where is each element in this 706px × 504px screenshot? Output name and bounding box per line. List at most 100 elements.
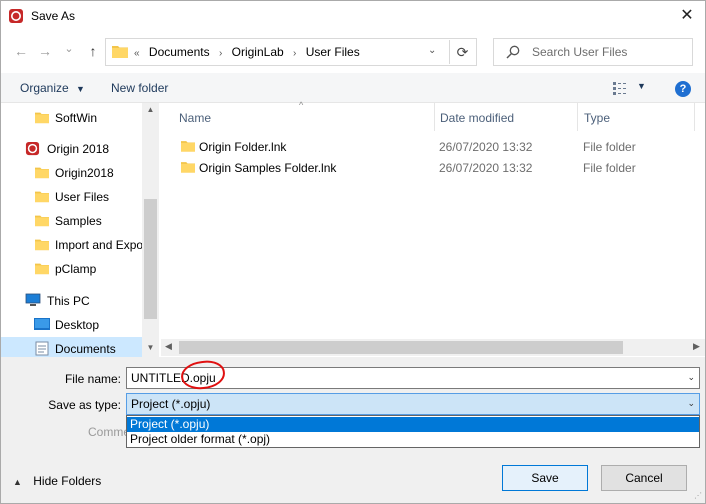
folder-icon [35, 215, 49, 227]
hide-folders-label: Hide Folders [33, 474, 102, 488]
sidebar-item-label: This PC [47, 294, 90, 308]
column-divider[interactable] [694, 103, 695, 131]
search-icon [506, 45, 520, 59]
title-bar: Save As ✕ [1, 1, 705, 31]
folder-icon [35, 167, 49, 179]
chevron-down-icon[interactable]: ⌄ [687, 398, 695, 409]
sidebar-item-label: pClamp [55, 262, 97, 276]
column-header-label: Date modified [440, 111, 515, 125]
folder-shortcut-icon [181, 162, 195, 173]
sidebar-item-softwin[interactable]: SoftWin [1, 106, 143, 128]
back-button[interactable]: ← [11, 41, 31, 61]
sidebar-item-label: Samples [55, 214, 102, 228]
column-divider[interactable] [434, 103, 435, 131]
sidebar-item-label: User Files [55, 190, 110, 204]
refresh-button[interactable]: ⟳ [449, 40, 475, 64]
savetype-dropdown[interactable]: Project (*.opju) Project older format (*… [126, 415, 700, 448]
sidebar-scrollbar[interactable]: ▲ ▼ [142, 103, 159, 357]
sidebar-item-label: Desktop [55, 318, 100, 332]
origin-app-icon [9, 9, 23, 23]
search-input[interactable]: Search User Files [493, 38, 693, 66]
cancel-button[interactable]: Cancel [601, 465, 687, 491]
column-divider[interactable] [577, 103, 578, 131]
sidebar-item-label: SoftWin [55, 111, 98, 125]
navigation-pane: SoftWin Origin 2018 Origin2018 User File… [1, 103, 159, 357]
sidebar-item-origin2018[interactable]: Origin2018 [1, 161, 143, 183]
file-name: Origin Folder.lnk [199, 140, 287, 154]
scrollbar-thumb[interactable] [144, 199, 157, 319]
chevron-up-icon: ▲ [13, 477, 22, 487]
chevron-right-icon[interactable]: › [219, 48, 222, 59]
browser-content: SoftWin Origin 2018 Origin2018 User File… [1, 100, 705, 357]
sidebar-item-origin-2018[interactable]: Origin 2018 [1, 137, 143, 159]
save-button[interactable]: Save [502, 465, 588, 491]
sidebar-item-this-pc[interactable]: This PC [1, 289, 143, 311]
scrollbar-thumb[interactable] [179, 341, 623, 354]
scroll-up-icon[interactable]: ▲ [142, 105, 159, 114]
help-icon[interactable]: ? [675, 81, 691, 97]
command-toolbar: Organize ▼ New folder ▼ ? [1, 73, 705, 103]
hide-folders-button[interactable]: ▲ Hide Folders [13, 474, 101, 488]
new-folder-button[interactable]: New folder [111, 81, 168, 95]
savetype-label: Save as type: [48, 398, 121, 412]
sidebar-item-label: Documents [55, 342, 116, 356]
window-title: Save As [31, 9, 76, 23]
sidebar-item-label: Origin 2018 [47, 142, 110, 156]
organize-button[interactable]: Organize ▼ [20, 81, 85, 95]
folder-icon [112, 46, 128, 58]
sidebar-item-pclamp[interactable]: pClamp [1, 257, 143, 279]
folder-icon [35, 239, 49, 251]
view-options-icon[interactable] [613, 81, 629, 95]
table-row[interactable]: Origin Samples Folder.lnk 26/07/2020 13:… [177, 157, 697, 178]
chevron-down-icon[interactable]: ▼ [637, 81, 646, 91]
column-header-label: Name [179, 111, 212, 125]
dropdown-option[interactable]: Project older format (*.opj) [127, 432, 699, 447]
savetype-select[interactable]: Project (*.opju) ⌄ [126, 393, 700, 415]
column-header-date[interactable]: Date modified [440, 103, 580, 131]
breadcrumb-documents[interactable]: Documents [149, 45, 210, 59]
scroll-left-icon[interactable]: ◀ [165, 341, 172, 352]
dropdown-option[interactable]: Project (*.opju) [127, 417, 699, 432]
breadcrumb-originlab[interactable]: OriginLab [232, 45, 284, 59]
horizontal-scrollbar[interactable]: ◀ ▶ [161, 339, 705, 356]
breadcrumb-overflow[interactable]: « [134, 48, 140, 59]
breadcrumb: « Documents › OriginLab › User Files [134, 45, 360, 59]
up-button[interactable]: ↑ [83, 41, 103, 61]
folder-icon [35, 263, 49, 275]
breadcrumb-user-files[interactable]: User Files [306, 45, 360, 59]
close-icon: ✕ [680, 7, 694, 24]
address-row: ← → ⌄ ↑ « Documents › OriginLab › User F… [1, 31, 705, 73]
file-date: 26/07/2020 13:32 [439, 161, 533, 175]
close-button[interactable]: ✕ [673, 3, 701, 29]
file-name: Origin Samples Folder.lnk [199, 161, 337, 175]
scroll-down-icon[interactable]: ▼ [142, 343, 159, 352]
chevron-down-icon[interactable]: ⌄ [428, 45, 436, 56]
file-type: File folder [583, 161, 636, 175]
chevron-down-icon[interactable]: ⌄ [687, 372, 695, 383]
sidebar-item-desktop[interactable]: Desktop [1, 313, 143, 335]
save-as-dialog: Save As ✕ ← → ⌄ ↑ « Documents › OriginLa… [0, 0, 706, 504]
sidebar-item-documents[interactable]: Documents [1, 337, 143, 357]
recent-locations-button[interactable]: ⌄ [59, 39, 79, 59]
folder-shortcut-icon [181, 141, 195, 152]
filename-label: File name: [64, 372, 121, 386]
search-placeholder: Search User Files [532, 45, 628, 59]
sidebar-item-import-and-export[interactable]: Import and Expo [1, 233, 143, 255]
file-list: ^ Name Date modified Type Origin Folder.… [161, 100, 705, 357]
column-header-type[interactable]: Type [584, 103, 694, 131]
chevron-down-icon: ▼ [76, 84, 85, 94]
column-header-label: Type [584, 111, 611, 125]
sidebar-item-user-files[interactable]: User Files [1, 185, 143, 207]
organize-label: Organize [20, 81, 69, 95]
forward-button[interactable]: → [35, 41, 55, 61]
savetype-value: Project (*.opju) [131, 397, 211, 411]
sidebar-item-label: Origin2018 [55, 166, 114, 180]
table-row[interactable]: Origin Folder.lnk 26/07/2020 13:32 File … [177, 136, 697, 157]
sidebar-item-samples[interactable]: Samples [1, 209, 143, 231]
scroll-right-icon[interactable]: ▶ [693, 341, 700, 352]
chevron-right-icon[interactable]: › [293, 48, 296, 59]
address-bar[interactable]: « Documents › OriginLab › User Files ⌄ ⟳ [105, 38, 477, 66]
resize-grip-icon[interactable]: ⋰ [694, 491, 702, 500]
file-type: File folder [583, 140, 636, 154]
column-header-name[interactable]: Name [179, 103, 434, 131]
